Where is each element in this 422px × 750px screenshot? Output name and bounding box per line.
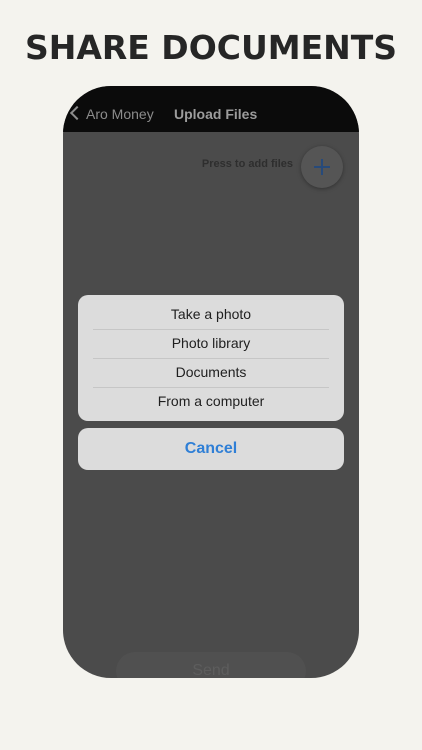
send-button[interactable]: Send [116,652,306,678]
take-photo-option[interactable]: Take a photo [78,300,344,329]
page-title: Upload Files [174,106,258,122]
add-files-button[interactable] [301,146,343,188]
from-computer-option[interactable]: From a computer [78,387,344,416]
documents-option[interactable]: Documents [78,358,344,387]
add-files-hint: Press to add files [201,158,293,170]
photo-library-option[interactable]: Photo library [78,329,344,358]
marketing-headline: SHARE DOCUMENTS [24,28,398,67]
chevron-left-icon[interactable] [69,105,85,121]
navigation-bar: Aro Money Upload Files [63,86,359,132]
action-sheet: Take a photo Photo library Documents Fro… [78,295,344,421]
phone-screen: Aro Money Upload Files Press to add file… [63,86,359,678]
cancel-button[interactable]: Cancel [78,428,344,470]
back-button[interactable]: Aro Money [86,106,154,122]
